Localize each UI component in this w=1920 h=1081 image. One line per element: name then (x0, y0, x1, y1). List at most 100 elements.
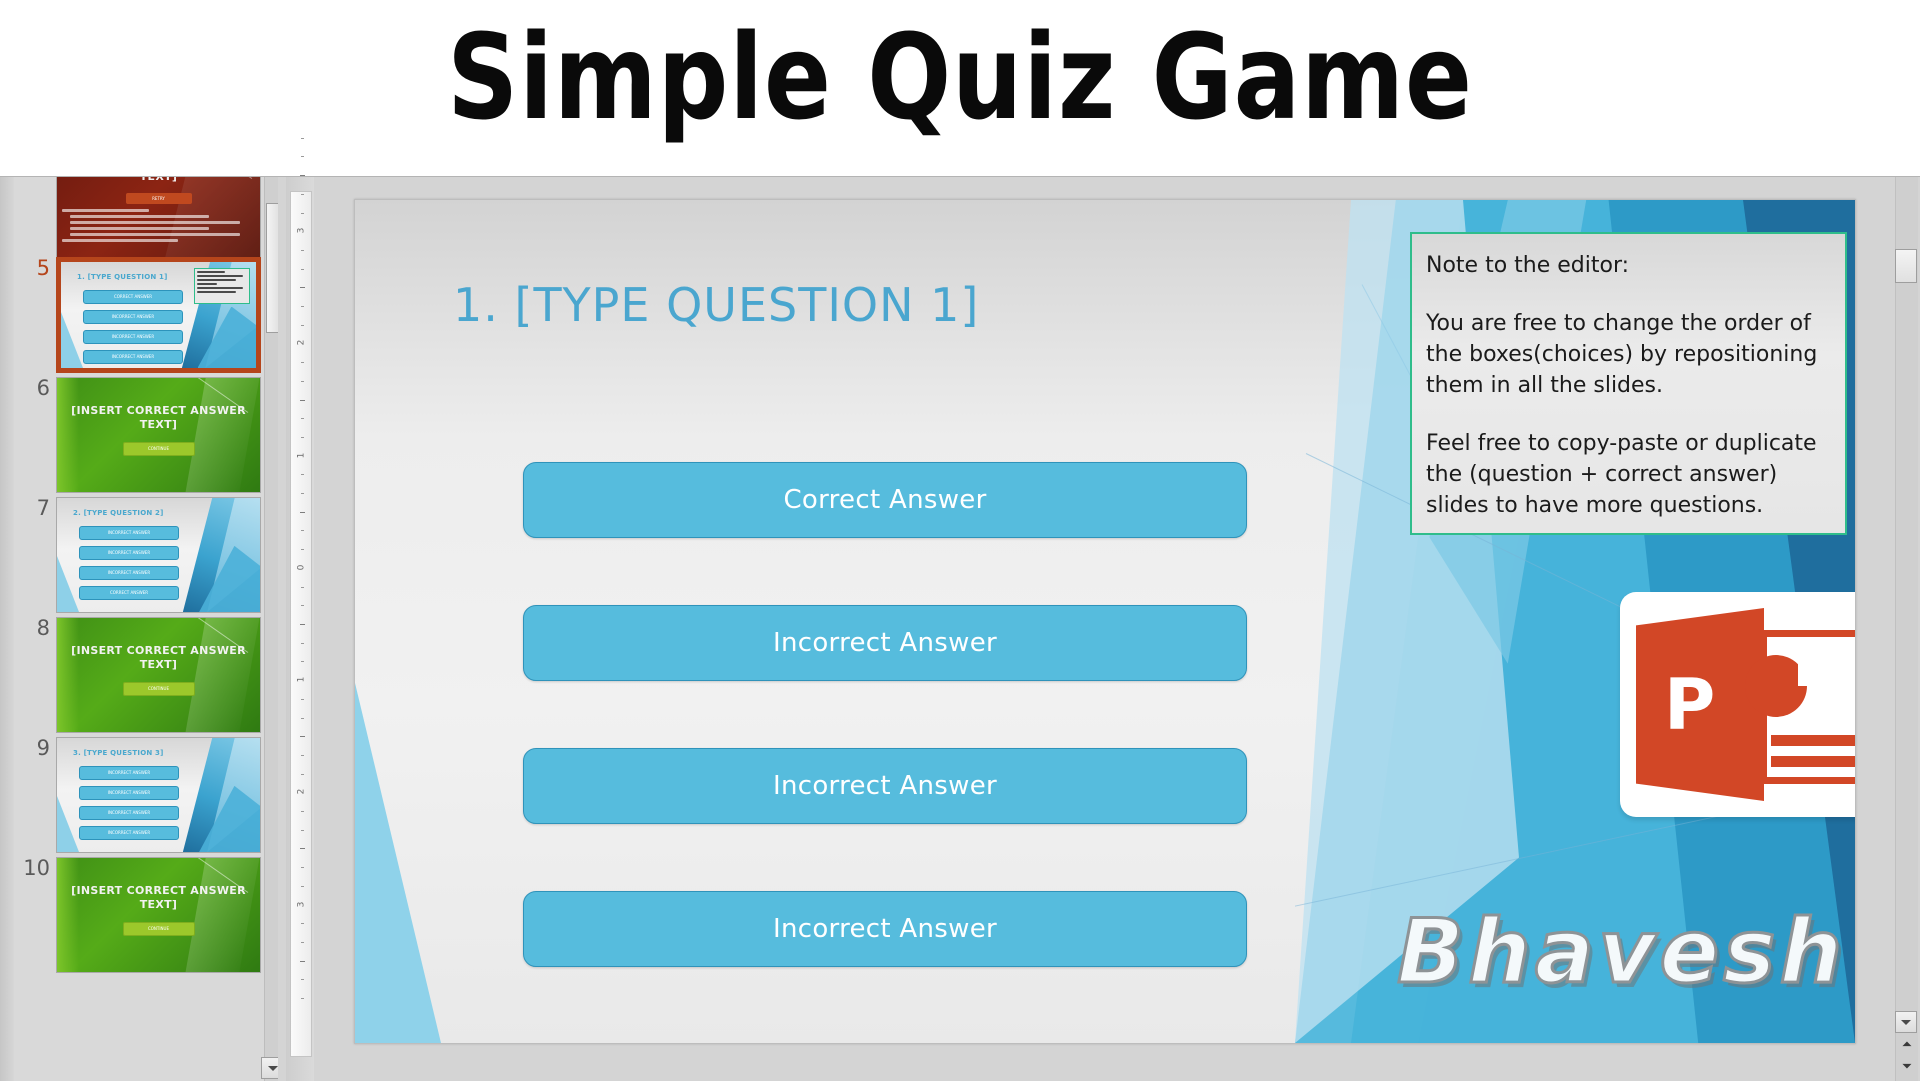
scrollbar-thumb[interactable] (1895, 249, 1917, 283)
thumbnail-title: 1. [TYPE QUESTION 1] (77, 273, 168, 281)
ruler-tick (301, 436, 304, 438)
thumbnail-question-slide: 3. [TYPE QUESTION 3] INCORRECT ANSWER INCO… (57, 738, 260, 852)
ruler-tick (301, 979, 304, 981)
ruler-tick (301, 811, 304, 812)
previous-slide-button[interactable]: ⏶ (1897, 1035, 1917, 1055)
slide-pane-scrollbar[interactable]: ⏶ ⏷ (1872, 177, 1920, 1081)
answer-button[interactable]: Incorrect Answer (523, 605, 1247, 681)
slide-thumbnail-frame[interactable]: [INSERT WRONG ANSWER TEXT] RETRY (56, 177, 261, 261)
ruler-tick (300, 624, 305, 625)
slide-thumbnail-list[interactable]: [INSERT WRONG ANSWER TEXT] RETRY 5 1. [TYPE… (14, 177, 264, 1081)
thumb-shape (178, 858, 260, 972)
panel-left-edge (0, 177, 14, 1081)
thumbnail-correct-answer-slide: [INSERT CORRECT ANSWER TEXT] CONTINUE (57, 858, 260, 972)
thumbnail-button-label: INCORRECT ANSWER (107, 810, 151, 815)
thumbnail-answer-button: INCORRECT ANSWER (83, 310, 183, 324)
chevron-down-icon (1901, 1020, 1911, 1025)
ruler-tick (300, 399, 305, 401)
thumbnail-bullets (62, 209, 255, 245)
slide-thumbnail-frame[interactable]: [INSERT CORRECT ANSWER TEXT] CONTINUE (56, 377, 261, 493)
ruler-tick (300, 960, 305, 962)
ruler-tick (301, 268, 304, 270)
thumb-shape (57, 556, 79, 612)
slide-thumbnail-frame[interactable]: [INSERT CORRECT ANSWER TEXT] CONTINUE (56, 617, 261, 733)
thumbnail-button-label: INCORRECT ANSWER (107, 790, 151, 795)
thumbnail-title: [INSERT CORRECT ANSWER TEXT] (71, 884, 246, 911)
ruler-label: 0 (296, 564, 307, 571)
double-chevron-down-icon: ⏷ (1901, 1059, 1913, 1075)
thumbnail-answer-button: CORRECT ANSWER (83, 290, 183, 304)
powerpoint-screenshot: Simple Quiz Game [INSERT WRONG ANSWER TE… (0, 0, 1920, 1081)
slide-number: 5 (36, 256, 50, 280)
ruler-tick (301, 249, 304, 251)
ruler-tick (300, 736, 305, 738)
thumbnail-retry-button: RETRY (125, 193, 192, 204)
thumbnail-answer-button: INCORRECT ANSWER (79, 526, 179, 540)
ruler-label: 3 (296, 901, 307, 907)
ruler-tick (301, 474, 304, 476)
thumbnail-button-label: INCORRECT ANSWER (107, 550, 151, 555)
thumbnail-button-label: INCORRECT ANSWER (111, 334, 155, 339)
thumbnail-button-label: INCORRECT ANSWER (107, 770, 151, 775)
slide-thumbnail-panel[interactable]: [INSERT WRONG ANSWER TEXT] RETRY 5 1. [TYPE… (0, 177, 278, 1081)
answer-button[interactable]: Correct Answer (523, 462, 1247, 538)
slide-thumbnail-frame[interactable]: [INSERT CORRECT ANSWER TEXT] CONTINUE (56, 857, 261, 973)
ruler-tick (300, 848, 305, 850)
thumbnail-answer-button: INCORRECT ANSWER (79, 566, 179, 580)
ruler-tick (301, 493, 304, 495)
chevron-down-icon (268, 1066, 278, 1071)
thumbnail-wrong-answer-slide: [INSERT WRONG ANSWER TEXT] RETRY (57, 177, 260, 260)
ruler-tick (301, 193, 304, 195)
ruler-tick (300, 511, 305, 513)
thumbnail-button-label: INCORRECT ANSWER (107, 570, 151, 575)
thumbnail-button-label: INCORRECT ANSWER (107, 830, 151, 835)
thumbnail-answer-button: INCORRECT ANSWER (83, 350, 183, 364)
ruler-tick (301, 867, 304, 869)
ruler-tick (301, 212, 304, 214)
current-slide[interactable]: 1. [TYPE QUESTION 1] Correct Answer Incor… (354, 199, 1856, 1044)
ruler-tick (301, 137, 304, 139)
slide-thumbnail-frame[interactable]: 1. [TYPE QUESTION 1] CORRECT ANSWER INCORR… (56, 257, 261, 373)
slide-thumbnail-frame[interactable]: 2. [TYPE QUESTION 2] INCORRECT ANSWER INCO… (56, 497, 261, 613)
ruler-tick (301, 661, 304, 663)
thumb-shape (178, 618, 260, 732)
slide-editing-stage: 1. [TYPE QUESTION 1] Correct Answer Incor… (314, 177, 1872, 1081)
thumbnail-scrollbar-thumb[interactable] (266, 203, 278, 333)
slide-number: 9 (36, 736, 50, 760)
thumbnail-continue-button: CONTINUE (122, 442, 195, 456)
thumbnail-scroll-down-button[interactable] (261, 1057, 278, 1079)
ruler-tick (301, 998, 304, 1000)
thumbnail-title: [INSERT CORRECT ANSWER TEXT] (71, 644, 246, 671)
ruler-tick (301, 698, 304, 700)
ruler-label: 1 (296, 452, 307, 459)
thumbnail-correct-answer-slide: [INSERT CORRECT ANSWER TEXT] CONTINUE (57, 378, 260, 492)
answer-button[interactable]: Incorrect Answer (523, 891, 1247, 967)
note-heading: Note to the editor: (1426, 253, 1630, 278)
ruler-label: 2 (296, 340, 307, 346)
thumbnail-title: 3. [TYPE QUESTION 3] (73, 749, 164, 757)
thumbnail-scrollbar[interactable] (261, 177, 278, 1081)
ruler-tick (301, 418, 304, 420)
next-slide-button[interactable]: ⏷ (1897, 1057, 1917, 1077)
ruler-tick (300, 175, 305, 177)
thumbnail-button-label: RETRY (152, 196, 165, 201)
question-title[interactable]: 1. [TYPE QUESTION 1] (453, 278, 979, 332)
ruler-tick (301, 642, 304, 644)
page-title: Simple Quiz Game (447, 8, 1473, 146)
thumbnail-answer-button: INCORRECT ANSWER (79, 786, 179, 800)
slide-number: 7 (36, 496, 50, 520)
editor-note-box[interactable]: Note to the editor: You are free to chan… (1410, 232, 1847, 535)
thumbnail-answer-button: INCORRECT ANSWER (79, 806, 179, 820)
thumbnail-question-slide: 1. [TYPE QUESTION 1] CORRECT ANSWER INCORR… (61, 262, 256, 368)
ruler-label: 3 (296, 227, 307, 234)
thumbnail-correct-answer-slide: [INSERT CORRECT ANSWER TEXT] CONTINUE (57, 618, 260, 732)
note-paragraph-1: You are free to change the order of the … (1426, 311, 1818, 398)
answer-button-group[interactable]: Correct Answer Incorrect Answer Incorrect … (523, 462, 1247, 1034)
scrollbar-track[interactable] (1895, 177, 1918, 1081)
scroll-down-button[interactable] (1895, 1011, 1917, 1033)
answer-button[interactable]: Incorrect Answer (523, 748, 1247, 824)
thumbnail-continue-button: CONTINUE (122, 922, 195, 936)
note-spacer-2 (1426, 401, 1833, 428)
slide-thumbnail-frame[interactable]: 3. [TYPE QUESTION 3] INCORRECT ANSWER INCO… (56, 737, 261, 853)
ruler-tick (301, 717, 304, 719)
